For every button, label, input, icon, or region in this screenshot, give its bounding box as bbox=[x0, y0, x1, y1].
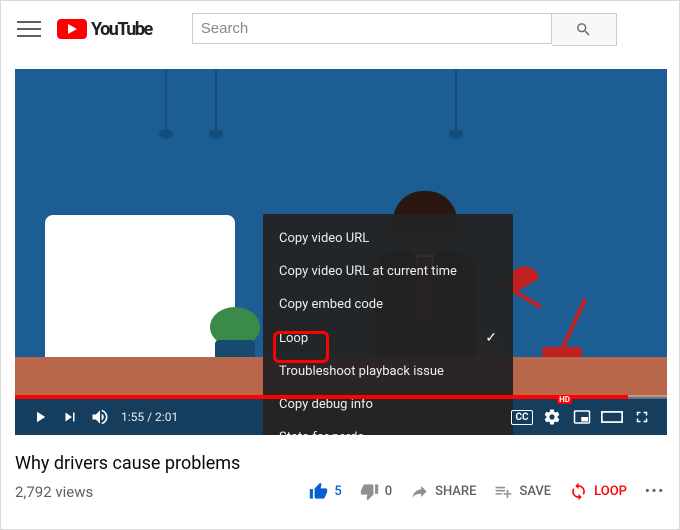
check-icon: ✓ bbox=[485, 330, 497, 346]
miniplayer-icon bbox=[573, 408, 591, 426]
search-form bbox=[192, 13, 617, 46]
ctx-copy-url[interactable]: Copy video URL bbox=[263, 222, 513, 255]
content-area: Copy video URL Copy video URL at current… bbox=[1, 57, 679, 435]
dislike-count: 0 bbox=[385, 484, 392, 499]
hd-badge: HD bbox=[557, 395, 572, 404]
play-button[interactable] bbox=[25, 399, 55, 435]
search-button[interactable] bbox=[552, 13, 617, 46]
miniplayer-button[interactable] bbox=[567, 399, 597, 435]
more-button[interactable]: ••• bbox=[645, 484, 665, 499]
time-display: 1:55 / 2:01 bbox=[121, 410, 178, 424]
youtube-logo[interactable]: YouTube bbox=[57, 19, 152, 40]
playlist-add-icon bbox=[494, 482, 513, 501]
youtube-play-icon bbox=[57, 19, 87, 39]
like-count: 5 bbox=[334, 484, 341, 499]
app-frame: YouTube Copy video URL Copy video URL at… bbox=[0, 0, 680, 530]
video-title: Why drivers cause problems bbox=[15, 453, 665, 474]
loop-button[interactable]: LOOP bbox=[569, 482, 627, 501]
ctx-copy-url-time[interactable]: Copy video URL at current time bbox=[263, 255, 513, 288]
video-player[interactable]: Copy video URL Copy video URL at current… bbox=[15, 69, 667, 435]
cc-button[interactable]: CC bbox=[507, 399, 537, 435]
play-icon bbox=[31, 408, 49, 426]
thumb-up-icon bbox=[309, 482, 328, 501]
next-button[interactable] bbox=[55, 399, 85, 435]
view-count: 2,792 views bbox=[15, 483, 93, 501]
theater-button[interactable] bbox=[597, 399, 627, 435]
loop-label: LOOP bbox=[594, 484, 627, 499]
volume-icon bbox=[90, 407, 110, 427]
search-input[interactable] bbox=[192, 13, 552, 44]
fullscreen-button[interactable] bbox=[627, 399, 657, 435]
next-icon bbox=[61, 408, 79, 426]
loop-icon bbox=[569, 482, 588, 501]
ctx-copy-embed[interactable]: Copy embed code bbox=[263, 288, 513, 321]
like-button[interactable]: 5 bbox=[309, 482, 341, 501]
share-icon bbox=[410, 482, 429, 501]
header: YouTube bbox=[1, 1, 679, 57]
save-label: SAVE bbox=[519, 484, 551, 499]
theater-icon bbox=[601, 408, 623, 426]
menu-icon[interactable] bbox=[17, 17, 41, 41]
ctx-troubleshoot[interactable]: Troubleshoot playback issue bbox=[263, 355, 513, 388]
save-button[interactable]: SAVE bbox=[494, 482, 551, 501]
action-bar: 5 0 SHARE SAVE LOOP ••• bbox=[309, 482, 665, 501]
fullscreen-icon bbox=[633, 408, 651, 426]
video-metadata: Why drivers cause problems 2,792 views 5… bbox=[1, 435, 679, 501]
settings-button[interactable]: HD bbox=[537, 399, 567, 435]
share-label: SHARE bbox=[435, 484, 476, 499]
dislike-button[interactable]: 0 bbox=[360, 482, 392, 501]
cc-icon: CC bbox=[511, 410, 532, 425]
gear-icon bbox=[543, 408, 561, 426]
thumb-down-icon bbox=[360, 482, 379, 501]
volume-button[interactable] bbox=[85, 399, 115, 435]
share-button[interactable]: SHARE bbox=[410, 482, 476, 501]
search-icon bbox=[575, 21, 592, 38]
ctx-loop[interactable]: Loop✓ bbox=[263, 321, 513, 355]
logo-text: YouTube bbox=[91, 19, 152, 40]
player-controls: 1:55 / 2:01 CC HD bbox=[15, 399, 667, 435]
more-icon: ••• bbox=[645, 484, 665, 499]
